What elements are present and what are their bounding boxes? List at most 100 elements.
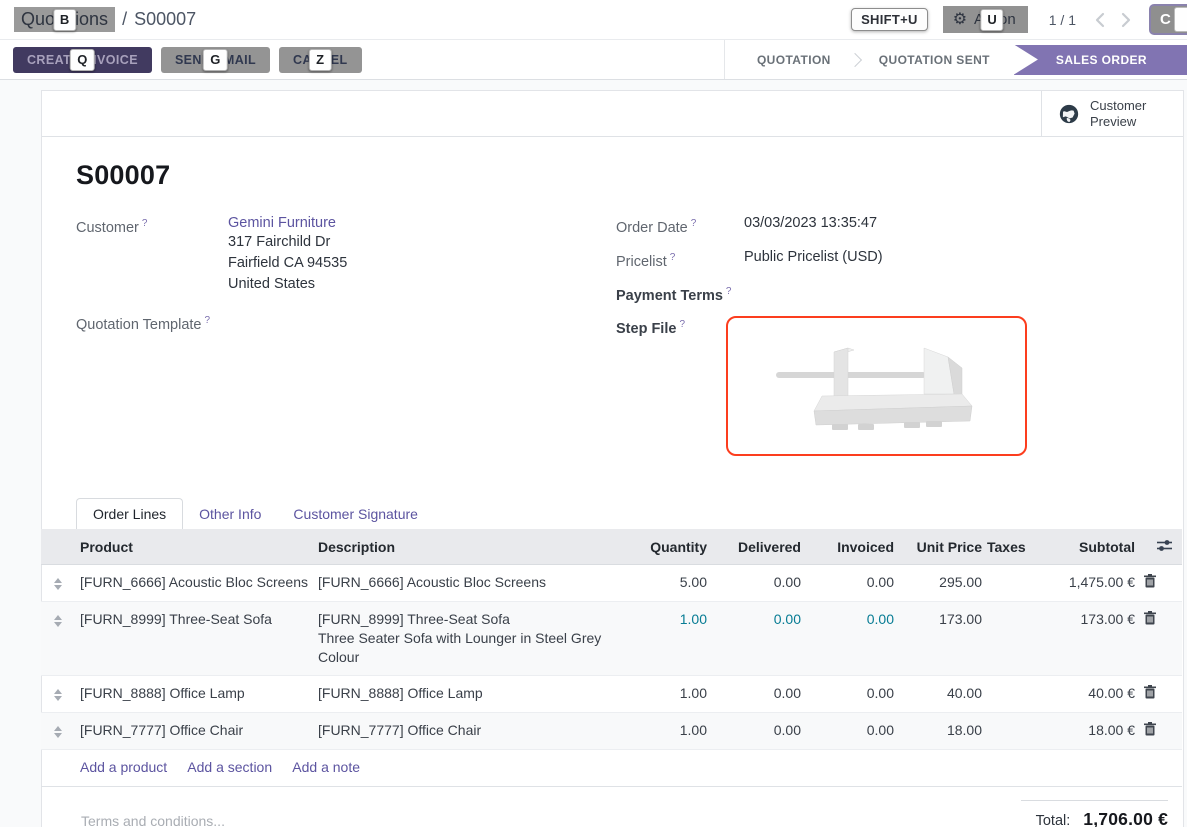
- cell-subtotal: 1,475.00 €: [1040, 565, 1138, 602]
- trash-icon: [1144, 574, 1156, 588]
- column-header-subtotal[interactable]: Subtotal: [1040, 529, 1138, 565]
- field-customer: Customer? Gemini Furniture 317 Fairchild…: [76, 215, 616, 295]
- field-quotation-template[interactable]: Quotation Template?: [76, 312, 616, 334]
- step-file-preview-frame[interactable]: [726, 316, 1027, 456]
- action-menu-button[interactable]: ⚙ Action U: [943, 6, 1028, 33]
- keyboard-hint-z: Z: [309, 49, 331, 71]
- statusbar: QUOTATION QUOTATION SENT SALES ORDER: [724, 40, 1187, 79]
- column-header-quantity[interactable]: Quantity: [620, 529, 710, 565]
- cell-taxes[interactable]: [985, 713, 1040, 750]
- column-header-invoiced[interactable]: Invoiced: [804, 529, 897, 565]
- cell-quantity[interactable]: 1.00: [620, 676, 710, 713]
- table-header-row: Product Description Quantity Delivered I…: [41, 529, 1182, 565]
- cell-delivered[interactable]: 0.00: [710, 602, 804, 676]
- tab-customer-signature[interactable]: Customer Signature: [277, 499, 434, 529]
- cell-quantity[interactable]: 1.00: [620, 602, 710, 676]
- create-invoice-button[interactable]: CREATE INVOICE Q: [13, 47, 152, 73]
- cell-taxes[interactable]: [985, 565, 1040, 602]
- pager-next-icon[interactable]: [1121, 12, 1131, 28]
- delete-row-button[interactable]: [1144, 574, 1156, 591]
- terms-and-conditions-field[interactable]: Terms and conditions...: [81, 813, 225, 827]
- customer-link[interactable]: Gemini Furniture: [228, 215, 336, 231]
- cell-taxes[interactable]: [985, 676, 1040, 713]
- field-grid: Customer? Gemini Furniture 317 Fairchild…: [76, 215, 1149, 468]
- order-date-label: Order Date?: [616, 215, 744, 237]
- cell-taxes[interactable]: [985, 602, 1040, 676]
- field-payment-terms[interactable]: Payment Terms?: [616, 283, 1149, 305]
- field-pricelist: Pricelist? Public Pricelist (USD): [616, 249, 1149, 271]
- cell-product[interactable]: [FURN_6666] Acoustic Bloc Screens: [75, 565, 313, 602]
- drag-handle-icon[interactable]: [41, 684, 75, 701]
- control-panel: CREATE INVOICE Q SEND EMAIL G CANCEL Z Q…: [0, 40, 1187, 80]
- cell-invoiced[interactable]: 0.00: [804, 676, 897, 713]
- cell-delivered[interactable]: 0.00: [710, 676, 804, 713]
- keyboard-hint-shift-u: SHIFT+U: [851, 8, 928, 31]
- cell-quantity[interactable]: 5.00: [620, 565, 710, 602]
- cell-description[interactable]: [FURN_8888] Office Lamp: [313, 676, 620, 713]
- optional-columns-icon[interactable]: [1138, 529, 1182, 565]
- corner-cutoff-button[interactable]: C: [1149, 4, 1187, 35]
- cell-unit-price[interactable]: 40.00: [897, 676, 985, 713]
- globe-icon: [1058, 103, 1080, 125]
- cell-invoiced[interactable]: 0.00: [804, 713, 897, 750]
- send-email-button[interactable]: SEND EMAIL G: [161, 47, 270, 73]
- delete-row-button[interactable]: [1144, 611, 1156, 628]
- delete-row-button[interactable]: [1144, 722, 1156, 739]
- cell-unit-price[interactable]: 18.00: [897, 713, 985, 750]
- add-a-section-link[interactable]: Add a section: [187, 759, 272, 775]
- status-step-sales-order[interactable]: SALES ORDER: [1014, 45, 1187, 75]
- content-area: Customer Preview S00007 Customer?: [0, 81, 1187, 827]
- status-step-quotation-sent[interactable]: QUOTATION SENT: [863, 45, 1006, 75]
- app-window: Quotations B / S00007 SHIFT+U ⚙ Action U…: [0, 0, 1187, 827]
- add-a-product-link[interactable]: Add a product: [80, 759, 167, 775]
- trash-icon: [1144, 685, 1156, 699]
- cell-invoiced[interactable]: 0.00: [804, 565, 897, 602]
- cell-description[interactable]: [FURN_8999] Three-Seat Sofa Three Seater…: [313, 602, 620, 676]
- column-header-taxes[interactable]: Taxes: [985, 529, 1040, 565]
- column-header-delivered[interactable]: Delivered: [710, 529, 804, 565]
- cell-description[interactable]: [FURN_6666] Acoustic Bloc Screens: [313, 565, 620, 602]
- help-icon: ?: [726, 286, 732, 297]
- cell-invoiced[interactable]: 0.00: [804, 602, 897, 676]
- cell-unit-price[interactable]: 295.00: [897, 565, 985, 602]
- pricelist-value[interactable]: Public Pricelist (USD): [744, 249, 883, 271]
- column-header-description[interactable]: Description: [313, 529, 620, 565]
- drag-handle-icon[interactable]: [41, 721, 75, 738]
- table-row: [FURN_8999] Three-Seat Sofa [FURN_8999] …: [41, 602, 1182, 676]
- drag-handle-icon[interactable]: [41, 610, 75, 627]
- field-order-date: Order Date? 03/03/2023 13:35:47: [616, 215, 1149, 237]
- column-header-product[interactable]: Product: [75, 529, 313, 565]
- pager-previous-icon[interactable]: [1095, 12, 1105, 28]
- trash-icon: [1144, 611, 1156, 625]
- navbar: Quotations B / S00007 SHIFT+U ⚙ Action U…: [0, 0, 1187, 40]
- keyboard-hint-u: U: [980, 9, 1003, 31]
- help-icon: ?: [204, 315, 210, 326]
- statusbar-chevron-icon: [848, 52, 862, 66]
- cell-unit-price[interactable]: 173.00: [897, 602, 985, 676]
- customer-preview-button[interactable]: Customer Preview: [1041, 91, 1183, 136]
- drag-handle-icon[interactable]: [41, 573, 75, 590]
- order-date-value[interactable]: 03/03/2023 13:35:47: [744, 215, 877, 237]
- quotation-template-label: Quotation Template?: [76, 312, 228, 334]
- trash-icon: [1144, 722, 1156, 736]
- cell-product[interactable]: [FURN_8999] Three-Seat Sofa: [75, 602, 313, 676]
- cell-product[interactable]: [FURN_8888] Office Lamp: [75, 676, 313, 713]
- tab-order-lines[interactable]: Order Lines: [76, 498, 183, 529]
- delete-row-button[interactable]: [1144, 685, 1156, 702]
- tab-other-info[interactable]: Other Info: [183, 499, 277, 529]
- cell-description[interactable]: [FURN_7777] Office Chair: [313, 713, 620, 750]
- cancel-button[interactable]: CANCEL Z: [279, 47, 361, 73]
- add-a-note-link[interactable]: Add a note: [292, 759, 360, 775]
- column-header-unit-price[interactable]: Unit Price: [897, 529, 985, 565]
- breadcrumb-quotations-link[interactable]: Quotations B: [14, 7, 115, 32]
- page-title[interactable]: S00007: [76, 160, 1149, 191]
- cell-delivered[interactable]: 0.00: [710, 565, 804, 602]
- keyboard-hint-b: B: [53, 9, 76, 31]
- cell-product[interactable]: [FURN_7777] Office Chair: [75, 713, 313, 750]
- cell-quantity[interactable]: 1.00: [620, 713, 710, 750]
- notebook-tabs: Order Lines Other Info Customer Signatur…: [76, 498, 1149, 529]
- cell-delivered[interactable]: 0.00: [710, 713, 804, 750]
- navbar-right-group: SHIFT+U ⚙ Action U 1 / 1: [851, 6, 1187, 33]
- help-icon: ?: [679, 319, 685, 330]
- status-step-quotation[interactable]: QUOTATION: [741, 45, 847, 75]
